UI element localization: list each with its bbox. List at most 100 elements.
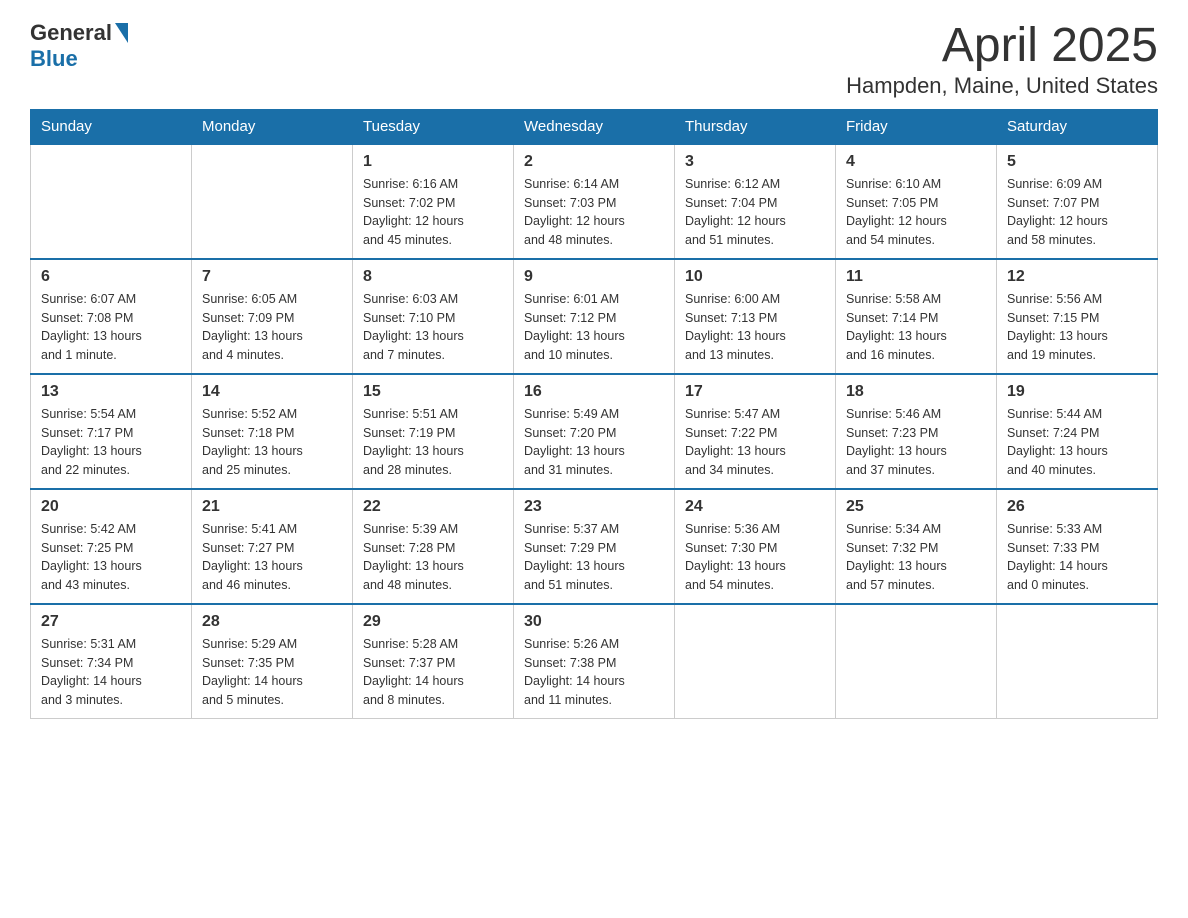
day-info: Sunrise: 5:31 AM Sunset: 7:34 PM Dayligh… [41, 635, 181, 710]
day-number: 4 [846, 153, 986, 171]
day-info: Sunrise: 5:33 AM Sunset: 7:33 PM Dayligh… [1007, 520, 1147, 595]
calendar-cell: 11 Sunrise: 5:58 AM Sunset: 7:14 PM Dayli… [836, 259, 997, 374]
day-number: 15 [363, 383, 503, 401]
day-number: 28 [202, 613, 342, 631]
day-number: 16 [524, 383, 664, 401]
calendar-cell: 18 Sunrise: 5:46 AM Sunset: 7:23 PM Dayli… [836, 374, 997, 489]
week-row-1: 1 Sunrise: 6:16 AM Sunset: 7:02 PM Daylig… [31, 144, 1158, 259]
day-info: Sunrise: 6:00 AM Sunset: 7:13 PM Dayligh… [685, 290, 825, 365]
day-number: 7 [202, 268, 342, 286]
day-number: 9 [524, 268, 664, 286]
day-info: Sunrise: 5:46 AM Sunset: 7:23 PM Dayligh… [846, 405, 986, 480]
calendar-cell: 21Sunrise: 5:41 AM Sunset: 7:27 PM Dayli… [192, 489, 353, 604]
week-row-4: 20 Sunrise: 5:42 AM Sunset: 7:25 PM Dayli… [31, 489, 1158, 604]
day-number: 22 [363, 498, 503, 516]
calendar-cell: 25Sunrise: 5:34 AM Sunset: 7:32 PM Dayli… [836, 489, 997, 604]
header-day-saturday: Saturday [997, 109, 1158, 144]
day-number: 5 [1007, 153, 1147, 171]
day-info: Sunrise: 6:03 AM Sunset: 7:10 PM Dayligh… [363, 290, 503, 365]
day-number: 10 [685, 268, 825, 286]
day-info: Sunrise: 6:09 AM Sunset: 7:07 PM Dayligh… [1007, 175, 1147, 250]
calendar-cell: 6Sunrise: 6:07 AM Sunset: 7:08 PM Daylig… [31, 259, 192, 374]
logo-general-text: General [30, 20, 112, 46]
calendar-cell: 27Sunrise: 5:31 AM Sunset: 7:34 PM Dayli… [31, 604, 192, 719]
day-number: 17 [685, 383, 825, 401]
calendar-cell: 4 Sunrise: 6:10 AM Sunset: 7:05 PM Daylig… [836, 144, 997, 259]
calendar-cell: 26 Sunrise: 5:33 AM Sunset: 7:33 PM Dayli… [997, 489, 1158, 604]
calendar-cell: 14 Sunrise: 5:52 AM Sunset: 7:18 PM Dayli… [192, 374, 353, 489]
day-info: Sunrise: 6:14 AM Sunset: 7:03 PM Dayligh… [524, 175, 664, 250]
calendar-cell: 7 Sunrise: 6:05 AM Sunset: 7:09 PM Daylig… [192, 259, 353, 374]
day-info: Sunrise: 5:41 AM Sunset: 7:27 PM Dayligh… [202, 520, 342, 595]
day-info: Sunrise: 5:58 AM Sunset: 7:14 PM Dayligh… [846, 290, 986, 365]
day-number: 25 [846, 498, 986, 516]
day-info: Sunrise: 5:42 AM Sunset: 7:25 PM Dayligh… [41, 520, 181, 595]
day-number: 1 [363, 153, 503, 171]
logo-triangle-icon [115, 23, 128, 43]
calendar-cell: 17 Sunrise: 5:47 AM Sunset: 7:22 PM Dayli… [675, 374, 836, 489]
day-number: 29 [363, 613, 503, 631]
day-info: Sunrise: 5:26 AM Sunset: 7:38 PM Dayligh… [524, 635, 664, 710]
page-title: April 2025 [846, 20, 1158, 73]
day-info: Sunrise: 5:47 AM Sunset: 7:22 PM Dayligh… [685, 405, 825, 480]
calendar-cell: 28 Sunrise: 5:29 AM Sunset: 7:35 PM Dayli… [192, 604, 353, 719]
day-info: Sunrise: 5:52 AM Sunset: 7:18 PM Dayligh… [202, 405, 342, 480]
calendar-cell: 5 Sunrise: 6:09 AM Sunset: 7:07 PM Daylig… [997, 144, 1158, 259]
calendar-cell: 3 Sunrise: 6:12 AM Sunset: 7:04 PM Daylig… [675, 144, 836, 259]
calendar-cell [675, 604, 836, 719]
calendar-cell: 19 Sunrise: 5:44 AM Sunset: 7:24 PM Dayli… [997, 374, 1158, 489]
calendar-cell: 8 Sunrise: 6:03 AM Sunset: 7:10 PM Daylig… [353, 259, 514, 374]
day-info: Sunrise: 5:37 AM Sunset: 7:29 PM Dayligh… [524, 520, 664, 595]
header-row: SundayMondayTuesdayWednesdayThursdayFrid… [31, 109, 1158, 144]
week-row-2: 6Sunrise: 6:07 AM Sunset: 7:08 PM Daylig… [31, 259, 1158, 374]
calendar-cell: 9 Sunrise: 6:01 AM Sunset: 7:12 PM Daylig… [514, 259, 675, 374]
day-number: 30 [524, 613, 664, 631]
day-info: Sunrise: 6:16 AM Sunset: 7:02 PM Dayligh… [363, 175, 503, 250]
day-info: Sunrise: 6:05 AM Sunset: 7:09 PM Dayligh… [202, 290, 342, 365]
calendar-cell: 22 Sunrise: 5:39 AM Sunset: 7:28 PM Dayli… [353, 489, 514, 604]
calendar-cell: 16 Sunrise: 5:49 AM Sunset: 7:20 PM Dayli… [514, 374, 675, 489]
calendar-cell: 20 Sunrise: 5:42 AM Sunset: 7:25 PM Dayli… [31, 489, 192, 604]
calendar-cell: 15Sunrise: 5:51 AM Sunset: 7:19 PM Dayli… [353, 374, 514, 489]
day-number: 24 [685, 498, 825, 516]
header-day-sunday: Sunday [31, 109, 192, 144]
day-info: Sunrise: 5:44 AM Sunset: 7:24 PM Dayligh… [1007, 405, 1147, 480]
week-row-3: 13 Sunrise: 5:54 AM Sunset: 7:17 PM Dayli… [31, 374, 1158, 489]
day-info: Sunrise: 6:12 AM Sunset: 7:04 PM Dayligh… [685, 175, 825, 250]
week-row-5: 27Sunrise: 5:31 AM Sunset: 7:34 PM Dayli… [31, 604, 1158, 719]
header-day-friday: Friday [836, 109, 997, 144]
day-number: 8 [363, 268, 503, 286]
day-info: Sunrise: 6:10 AM Sunset: 7:05 PM Dayligh… [846, 175, 986, 250]
day-number: 3 [685, 153, 825, 171]
calendar-cell: 30 Sunrise: 5:26 AM Sunset: 7:38 PM Dayli… [514, 604, 675, 719]
page-subtitle: Hampden, Maine, United States [846, 73, 1158, 99]
calendar-cell: 23Sunrise: 5:37 AM Sunset: 7:29 PM Dayli… [514, 489, 675, 604]
calendar-cell [192, 144, 353, 259]
header-day-thursday: Thursday [675, 109, 836, 144]
logo-blue-text: Blue [30, 46, 78, 71]
calendar-cell [31, 144, 192, 259]
calendar-cell [997, 604, 1158, 719]
header-day-tuesday: Tuesday [353, 109, 514, 144]
day-info: Sunrise: 6:01 AM Sunset: 7:12 PM Dayligh… [524, 290, 664, 365]
day-info: Sunrise: 5:54 AM Sunset: 7:17 PM Dayligh… [41, 405, 181, 480]
calendar-cell: 13 Sunrise: 5:54 AM Sunset: 7:17 PM Dayli… [31, 374, 192, 489]
day-number: 18 [846, 383, 986, 401]
day-info: Sunrise: 5:56 AM Sunset: 7:15 PM Dayligh… [1007, 290, 1147, 365]
day-number: 13 [41, 383, 181, 401]
calendar-cell: 12 Sunrise: 5:56 AM Sunset: 7:15 PM Dayli… [997, 259, 1158, 374]
day-number: 14 [202, 383, 342, 401]
day-info: Sunrise: 5:49 AM Sunset: 7:20 PM Dayligh… [524, 405, 664, 480]
calendar-cell: 2 Sunrise: 6:14 AM Sunset: 7:03 PM Daylig… [514, 144, 675, 259]
day-number: 26 [1007, 498, 1147, 516]
day-number: 2 [524, 153, 664, 171]
day-number: 20 [41, 498, 181, 516]
page-header: General Blue April 2025 Hampden, Maine, … [30, 20, 1158, 99]
header-day-wednesday: Wednesday [514, 109, 675, 144]
calendar-cell: 29Sunrise: 5:28 AM Sunset: 7:37 PM Dayli… [353, 604, 514, 719]
day-number: 12 [1007, 268, 1147, 286]
day-number: 19 [1007, 383, 1147, 401]
day-info: Sunrise: 5:29 AM Sunset: 7:35 PM Dayligh… [202, 635, 342, 710]
day-info: Sunrise: 5:39 AM Sunset: 7:28 PM Dayligh… [363, 520, 503, 595]
day-number: 11 [846, 268, 986, 286]
